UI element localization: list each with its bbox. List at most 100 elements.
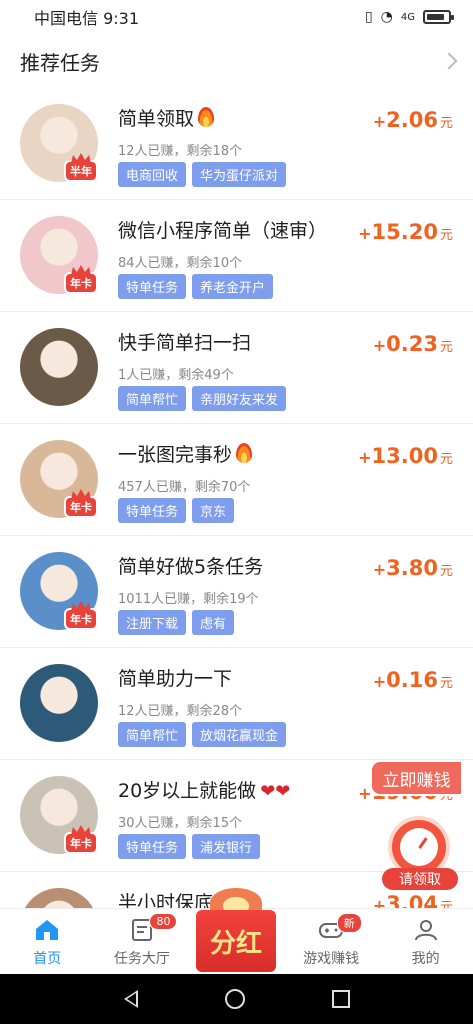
task-tags: 简单帮忙 亲朋好友来发 xyxy=(118,386,287,411)
task-meta: 12人已赚，剩余28个 xyxy=(118,704,243,719)
task-reward: + 15.20 元 xyxy=(358,220,453,244)
task-tags: 特单任务 浦发银行 xyxy=(118,834,261,859)
earn-now-button[interactable]: 立即赚钱 xyxy=(370,760,463,796)
carrier-label: 中国电信 xyxy=(34,9,99,28)
task-tag: 亲朋好友来发 xyxy=(192,386,287,411)
task-tag: 特单任务 xyxy=(118,834,187,859)
task-tags: 特单任务 养老金开户 xyxy=(118,274,274,299)
tab-label: 游戏赚钱 xyxy=(303,951,360,967)
task-meta: 1人已赚，剩余49个 xyxy=(118,368,234,383)
reward-amount: 15.20 xyxy=(371,220,438,244)
task-row[interactable]: 半年 简单领取 12人已赚，剩余18个电商回收 华为蛋仔派对 + 2.06 元 xyxy=(0,88,473,200)
task-reward: + 0.23 元 xyxy=(372,332,453,356)
avatar xyxy=(20,328,98,406)
flame-icon xyxy=(198,107,215,127)
back-icon[interactable] xyxy=(123,990,138,1008)
tab-label: 首页 xyxy=(33,951,62,967)
task-row[interactable]: 年卡 微信小程序简单（速审） 84人已赚，剩余10个特单任务 养老金开户 + 15.2… xyxy=(0,200,473,312)
task-title: 简单领取 xyxy=(118,104,215,131)
bonus-button[interactable]: 分红 xyxy=(196,888,276,972)
membership-badge: 半年 xyxy=(64,160,98,182)
section-title: 推荐任务 xyxy=(20,50,100,75)
task-meta: 12人已赚，剩余18个 xyxy=(118,144,243,159)
wifi-icon: ◔ xyxy=(380,9,393,25)
task-meta: 30人已赚，剩余15个 xyxy=(118,816,243,831)
new-badge: 新 xyxy=(336,913,362,933)
task-title: 20岁以上就能做 ❤❤ xyxy=(118,780,291,802)
task-title: 简单助力一下 xyxy=(118,668,233,690)
task-row[interactable]: 年卡 一张图完事秒 457人已赚，剩余70个特单任务 京东 + 13.00 元 xyxy=(0,424,473,536)
task-tag: 简单帮忙 xyxy=(118,722,187,747)
membership-badge: 年卡 xyxy=(64,832,98,854)
task-tag: 简单帮忙 xyxy=(118,386,187,411)
tab-home[interactable]: 首页 xyxy=(0,909,95,974)
task-row[interactable]: 简单助力一下 12人已赚，剩余28个简单帮忙 放烟花赢现金 + 0.16 元 xyxy=(0,648,473,760)
task-tag: 浦发银行 xyxy=(192,834,261,859)
reward-amount: 0.16 xyxy=(386,668,438,692)
reward-unit: 元 xyxy=(439,228,453,243)
reward-unit: 元 xyxy=(439,340,453,355)
reward-amount: 3.80 xyxy=(386,556,438,580)
task-tag: 注册下载 xyxy=(118,610,187,635)
reward-unit: 元 xyxy=(439,452,453,467)
signal-icon: 4G xyxy=(400,11,415,23)
membership-badge: 年卡 xyxy=(64,608,98,630)
recent-apps-icon[interactable] xyxy=(331,990,350,1008)
task-tags: 简单帮忙 放烟花赢现金 xyxy=(118,722,287,747)
task-title: 一张图完事秒 xyxy=(118,440,253,467)
reward-amount: 2.06 xyxy=(386,108,438,132)
reward-amount: 0.23 xyxy=(386,332,438,356)
avatar xyxy=(20,664,98,742)
flame-icon xyxy=(236,443,253,463)
task-meta: 457人已赚，剩余70个 xyxy=(118,480,251,495)
task-row[interactable]: 年卡 简单好做5条任务 1011人已赚，剩余19个注册下载 虑有 + 3.80 元 xyxy=(0,536,473,648)
system-nav-bar xyxy=(0,974,473,1024)
tab-label: 任务大厅 xyxy=(113,951,170,967)
task-tags: 电商回收 华为蛋仔派对 xyxy=(118,162,287,187)
bonus-label: 分红 xyxy=(196,910,276,972)
reward-unit: 元 xyxy=(439,116,453,131)
membership-badge: 年卡 xyxy=(64,272,98,294)
task-reward: + 3.80 元 xyxy=(372,556,453,580)
tab-mine[interactable]: 我的 xyxy=(378,909,473,974)
tab-game-earn[interactable]: 新 游戏赚钱 xyxy=(284,909,379,974)
home-circle-icon[interactable] xyxy=(224,989,245,1009)
home-icon xyxy=(36,920,59,940)
task-tags: 注册下载 虑有 xyxy=(118,610,235,635)
task-row[interactable]: 快手简单扫一扫 1人已赚，剩余49个简单帮忙 亲朋好友来发 + 0.23 元 xyxy=(0,312,473,424)
task-title: 快手简单扫一扫 xyxy=(118,332,252,354)
task-tag: 电商回收 xyxy=(118,162,187,187)
task-tag: 华为蛋仔派对 xyxy=(192,162,287,187)
vibrate-icon: ▯ xyxy=(364,9,373,25)
task-tags: 特单任务 京东 xyxy=(118,498,235,523)
task-title: 简单好做5条任务 xyxy=(118,556,264,578)
battery-icon xyxy=(423,10,454,24)
task-meta: 84人已赚，剩余10个 xyxy=(118,256,243,271)
chevron-right-icon[interactable] xyxy=(440,52,458,70)
status-bar: 中国电信 9:31 ▯ ◔ 4G xyxy=(0,0,473,34)
task-reward: + 2.06 元 xyxy=(372,108,453,132)
reward-amount: 13.00 xyxy=(371,444,438,468)
task-tag: 养老金开户 xyxy=(192,274,274,299)
hearts-icon: ❤❤ xyxy=(260,781,291,802)
task-count-badge: 80 xyxy=(149,913,178,930)
claim-button[interactable]: 请领取 xyxy=(382,810,458,894)
tab-label: 我的 xyxy=(411,951,440,967)
membership-badge: 年卡 xyxy=(64,496,98,518)
claim-label: 请领取 xyxy=(382,868,458,890)
reward-unit: 元 xyxy=(439,564,453,579)
task-reward: + 0.16 元 xyxy=(372,668,453,692)
task-tag: 放烟花赢现金 xyxy=(192,722,287,747)
task-title: 微信小程序简单（速审） xyxy=(118,220,328,242)
reward-unit: 元 xyxy=(439,676,453,691)
tab-task-hall[interactable]: 80 任务大厅 xyxy=(95,909,190,974)
task-reward: + 13.00 元 xyxy=(358,444,453,468)
task-tag: 特单任务 xyxy=(118,274,187,299)
section-header[interactable]: 推荐任务 xyxy=(0,36,473,86)
task-meta: 1011人已赚，剩余19个 xyxy=(118,592,259,607)
user-icon xyxy=(414,920,437,941)
task-tag: 虑有 xyxy=(192,610,235,635)
task-tag: 特单任务 xyxy=(118,498,187,523)
clock-time: 9:31 xyxy=(103,9,140,28)
task-tag: 京东 xyxy=(192,498,235,523)
